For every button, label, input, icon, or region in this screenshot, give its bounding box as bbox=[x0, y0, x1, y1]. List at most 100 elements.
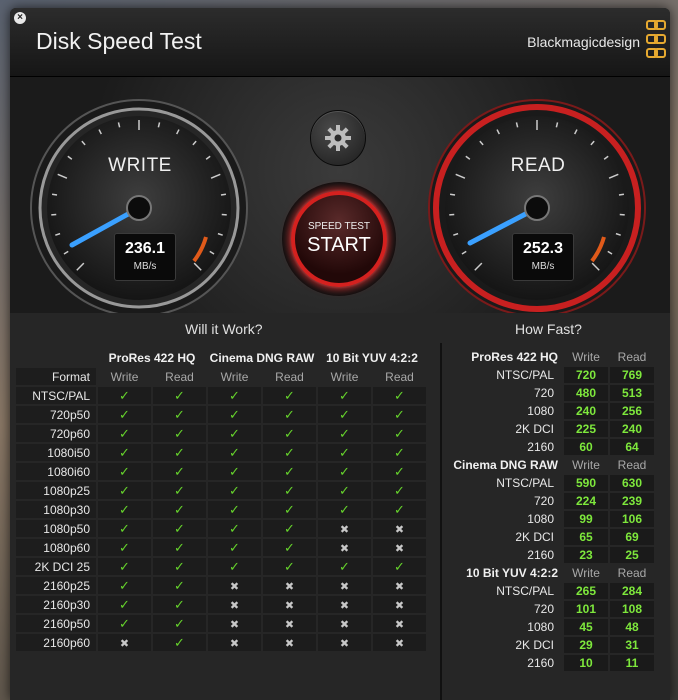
result-cell: ✓ bbox=[318, 482, 371, 499]
settings-button[interactable] bbox=[310, 110, 366, 166]
app-title: Disk Speed Test bbox=[36, 28, 202, 54]
result-cell: ✓ bbox=[208, 520, 261, 537]
table-row: NTSC/PAL 265 284 bbox=[448, 583, 654, 599]
write-column-header: Write bbox=[572, 350, 600, 364]
format-label: 720p50 bbox=[16, 406, 96, 423]
result-cell: ✓ bbox=[208, 387, 261, 404]
checkmark-icon: ✓ bbox=[394, 425, 405, 441]
format-label: 2K DCI bbox=[515, 422, 554, 436]
result-cell: ✓ bbox=[318, 406, 371, 423]
result-cell: ✓ bbox=[98, 482, 151, 499]
format-label: 2160p25 bbox=[16, 577, 96, 594]
result-cell: ✓ bbox=[98, 558, 151, 575]
sub-header-row: Format Write Read Write Read Write Read bbox=[16, 368, 426, 385]
result-cell: ✖ bbox=[318, 634, 371, 651]
checkmark-icon: ✓ bbox=[394, 444, 405, 460]
cross-icon: ✖ bbox=[284, 599, 295, 612]
result-cell: ✓ bbox=[98, 577, 151, 594]
cross-icon: ✖ bbox=[339, 618, 350, 631]
checkmark-icon: ✓ bbox=[339, 482, 350, 498]
format-label: 720p60 bbox=[16, 425, 96, 442]
codec-header: 10 Bit YUV 4:2:2 bbox=[326, 350, 418, 365]
result-cell: ✓ bbox=[373, 444, 426, 461]
write-column-header: Write bbox=[330, 369, 359, 384]
checkmark-icon: ✓ bbox=[394, 387, 405, 403]
read-column-header: Read bbox=[617, 350, 647, 364]
table-row: 2K DCI 29 31 bbox=[448, 637, 654, 653]
codec-header: ProRes 422 HQ bbox=[471, 350, 558, 364]
write-gauge: WRITE 236.1 MB/s bbox=[28, 97, 250, 319]
write-fps-value: 224 bbox=[564, 493, 608, 509]
format-label: 2160p60 bbox=[16, 634, 96, 651]
result-cell: ✓ bbox=[318, 558, 371, 575]
checkmark-icon: ✓ bbox=[119, 501, 130, 517]
result-cell: ✓ bbox=[98, 615, 151, 632]
write-fps-value: 590 bbox=[564, 475, 608, 491]
checkmark-icon: ✓ bbox=[174, 577, 185, 593]
cross-icon: ✖ bbox=[394, 599, 405, 612]
table-row: NTSC/PAL 720 769 bbox=[448, 367, 654, 383]
write-column-header: Write bbox=[572, 566, 600, 580]
read-fps-value: 513 bbox=[610, 385, 654, 401]
start-button-face[interactable]: SPEED TEST START bbox=[291, 191, 387, 287]
result-cell: ✓ bbox=[373, 558, 426, 575]
read-value: 252.3 bbox=[522, 240, 564, 257]
result-cell: ✖ bbox=[263, 615, 316, 632]
checkmark-icon: ✓ bbox=[119, 387, 130, 403]
checkmark-icon: ✓ bbox=[284, 444, 295, 460]
result-cell: ✓ bbox=[263, 501, 316, 518]
checkmark-icon: ✓ bbox=[174, 501, 185, 517]
result-cell: ✖ bbox=[373, 539, 426, 556]
write-fps-value: 240 bbox=[564, 403, 608, 419]
write-fps-value: 29 bbox=[564, 637, 608, 653]
table-row: 1080 45 48 bbox=[448, 619, 654, 635]
table-row: 2160p60 ✖ ✓ ✖ ✖ ✖ ✖ bbox=[16, 634, 426, 651]
checkmark-icon: ✓ bbox=[284, 520, 295, 536]
table-row: 2K DCI 225 240 bbox=[448, 421, 654, 437]
format-header-spacer bbox=[16, 349, 96, 366]
result-cell: ✖ bbox=[318, 615, 371, 632]
checkmark-icon: ✓ bbox=[339, 444, 350, 460]
result-cell: ✖ bbox=[318, 596, 371, 613]
format-label: 2160 bbox=[527, 548, 554, 562]
result-cell: ✖ bbox=[318, 539, 371, 556]
gauge-tick bbox=[220, 193, 227, 196]
checkmark-icon: ✓ bbox=[119, 444, 130, 460]
result-cell: ✓ bbox=[153, 615, 206, 632]
result-cell: ✓ bbox=[98, 539, 151, 556]
result-cell: ✓ bbox=[98, 406, 151, 423]
result-cell: ✓ bbox=[263, 482, 316, 499]
close-icon[interactable]: × bbox=[14, 12, 26, 24]
read-fps-value: 11 bbox=[610, 655, 654, 671]
checkmark-icon: ✓ bbox=[284, 425, 295, 441]
checkmark-icon: ✓ bbox=[174, 634, 185, 650]
result-cell: ✓ bbox=[98, 501, 151, 518]
result-cell: ✓ bbox=[263, 406, 316, 423]
start-label: START bbox=[307, 234, 371, 256]
write-column-header: Write bbox=[220, 369, 249, 384]
checkmark-icon: ✓ bbox=[174, 615, 185, 631]
read-fps-value: 108 bbox=[610, 601, 654, 617]
checkmark-icon: ✓ bbox=[119, 539, 130, 555]
table-row: 1080i50 ✓ ✓ ✓ ✓ ✓ ✓ bbox=[16, 444, 426, 461]
checkmark-icon: ✓ bbox=[229, 444, 240, 460]
format-label: 2160p50 bbox=[16, 615, 96, 632]
start-button[interactable]: SPEED TEST START bbox=[282, 182, 396, 296]
result-cell: ✓ bbox=[373, 387, 426, 404]
result-cell: ✓ bbox=[263, 387, 316, 404]
result-cell: ✖ bbox=[208, 615, 261, 632]
table-row: NTSC/PAL ✓ ✓ ✓ ✓ ✓ ✓ bbox=[16, 387, 426, 404]
result-cell: ✓ bbox=[98, 425, 151, 442]
result-cell: ✖ bbox=[208, 634, 261, 651]
checkmark-icon: ✓ bbox=[174, 444, 185, 460]
checkmark-icon: ✓ bbox=[284, 501, 295, 517]
table-row: 2K DCI 25 ✓ ✓ ✓ ✓ ✓ ✓ bbox=[16, 558, 426, 575]
table-row: 720 224 239 bbox=[448, 493, 654, 509]
checkmark-icon: ✓ bbox=[174, 482, 185, 498]
result-cell: ✖ bbox=[208, 577, 261, 594]
format-label: 1080 bbox=[527, 512, 554, 526]
checkmark-icon: ✓ bbox=[229, 539, 240, 555]
write-fps-value: 60 bbox=[564, 439, 608, 455]
write-gauge-dial bbox=[30, 99, 248, 317]
read-label: READ bbox=[510, 155, 566, 176]
